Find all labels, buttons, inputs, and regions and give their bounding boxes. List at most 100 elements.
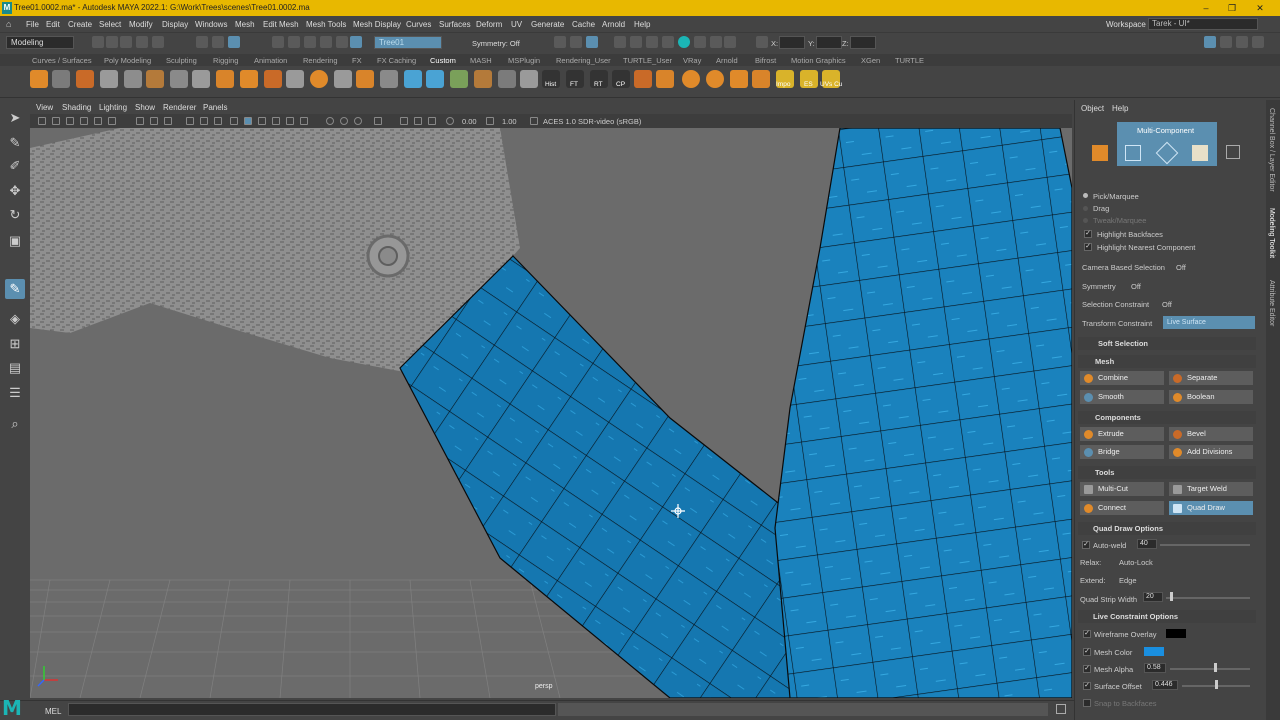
shelf-uv-unfold-icon[interactable] — [656, 70, 674, 88]
panel-menu-show[interactable]: Show — [135, 103, 155, 112]
channel-box-tab[interactable]: Channel Box / Layer Editor — [1268, 108, 1275, 192]
rotate-tool-icon[interactable]: ↻ — [5, 205, 25, 225]
shelf-tab-custom[interactable]: Custom — [430, 56, 456, 65]
undo-icon[interactable] — [136, 36, 148, 48]
wireframe-color-swatch[interactable] — [1166, 629, 1186, 638]
hypershade-icon[interactable] — [630, 36, 642, 48]
shelf-align-icon[interactable] — [52, 70, 70, 88]
menu-display[interactable]: Display — [162, 20, 188, 29]
bevel-button[interactable]: Bevel — [1168, 426, 1254, 442]
mesh-alpha-checkbox[interactable]: ✓ — [1083, 665, 1091, 673]
tool-settings-toggle-icon[interactable] — [1236, 36, 1248, 48]
shelf-center-pivot-icon[interactable] — [100, 70, 118, 88]
ipr-render-icon[interactable] — [586, 36, 598, 48]
maximize-icon[interactable]: ❐ — [1226, 2, 1238, 14]
shelf-tab-curves[interactable]: Curves / Surfaces — [32, 56, 92, 65]
move-tool-icon[interactable]: ✥ — [5, 181, 25, 201]
script-editor-icon[interactable] — [1056, 704, 1066, 714]
modeling-toolkit-toggle-icon[interactable] — [1204, 36, 1216, 48]
x-field[interactable] — [779, 36, 805, 49]
smooth-shade-icon[interactable] — [244, 117, 252, 125]
menu-deform[interactable]: Deform — [476, 20, 502, 29]
extrude-button[interactable]: Extrude — [1079, 426, 1165, 442]
shelf-cube-icon[interactable] — [240, 70, 258, 88]
menu-uv[interactable]: UV — [511, 20, 522, 29]
quad-strip-width-slider[interactable] — [1166, 597, 1250, 599]
ambient-occlusion-icon[interactable] — [326, 117, 334, 125]
shelf-multicut-icon[interactable] — [380, 70, 398, 88]
shelf-mirror-icon[interactable] — [76, 70, 94, 88]
field-chart-icon[interactable] — [200, 117, 208, 125]
arnold-ipr-icon[interactable] — [694, 36, 706, 48]
add-divisions-button[interactable]: Add Divisions — [1168, 444, 1254, 460]
bookmark-icon[interactable] — [66, 117, 74, 125]
shelf-render-sphere-icon[interactable] — [682, 70, 700, 88]
surface-offset-field[interactable]: 0.446 — [1152, 680, 1178, 690]
xray-joints-icon[interactable] — [428, 117, 436, 125]
attribute-editor-tab[interactable]: Attribute Editor — [1268, 280, 1275, 326]
menu-generate[interactable]: Generate — [531, 20, 564, 29]
shelf-tab-xgen[interactable]: XGen — [861, 56, 880, 65]
shelf-tab-mash[interactable]: MASH — [470, 56, 492, 65]
lasso-tool-icon[interactable]: ✎ — [5, 133, 25, 153]
mesh-alpha-handle[interactable] — [1214, 663, 1217, 672]
shelf-curve-icon[interactable] — [404, 70, 422, 88]
shelf-bridge-icon[interactable] — [334, 70, 352, 88]
shelf-poly-cube-icon[interactable] — [30, 70, 48, 88]
extend-value[interactable]: Edge — [1119, 576, 1137, 585]
command-lang-label[interactable]: MEL — [45, 707, 61, 716]
single-perspective-icon[interactable]: ◈ — [5, 309, 25, 329]
command-input[interactable] — [68, 703, 556, 716]
colorspace-select[interactable]: ACES 1.0 SDR-video (sRGB) — [543, 117, 641, 126]
surface-offset-handle[interactable] — [1215, 680, 1218, 689]
quad-strip-width-field[interactable]: 20 — [1143, 592, 1163, 602]
resolution-gate-icon[interactable] — [164, 117, 172, 125]
menu-modify[interactable]: Modify — [129, 20, 153, 29]
channel-box-toggle-icon[interactable] — [1252, 36, 1264, 48]
shelf-tab-motion-graphics[interactable]: Motion Graphics — [791, 56, 846, 65]
mesh-alpha-field[interactable]: 0.58 — [1144, 663, 1166, 673]
menu-cache[interactable]: Cache — [572, 20, 595, 29]
anti-alias-icon[interactable] — [354, 117, 362, 125]
shelf-grid-icon[interactable] — [192, 70, 210, 88]
pick-marquee-radio[interactable] — [1083, 193, 1088, 198]
grid-icon[interactable] — [136, 117, 144, 125]
arnold-stop-icon[interactable] — [710, 36, 722, 48]
shelf-tab-animation[interactable]: Animation — [254, 56, 287, 65]
exposure-value[interactable]: 0.00 — [462, 117, 477, 126]
panel-menu-shading[interactable]: Shading — [62, 103, 91, 112]
shelf-cube2-icon[interactable] — [752, 70, 770, 88]
wireframe-on-shaded-icon[interactable] — [258, 117, 266, 125]
shelf-box-icon[interactable] — [730, 70, 748, 88]
shelf-tab-poly[interactable]: Poly Modeling — [104, 56, 151, 65]
toolkit-menu-help[interactable]: Help — [1112, 104, 1128, 113]
four-view-icon[interactable]: ⊞ — [5, 334, 25, 354]
search-icon[interactable]: ⌕ — [5, 414, 25, 434]
open-scene-icon[interactable] — [106, 36, 118, 48]
shelf-tab-fx-caching[interactable]: FX Caching — [377, 56, 416, 65]
render-view-icon[interactable] — [646, 36, 658, 48]
make-live-icon[interactable] — [350, 36, 362, 48]
new-scene-icon[interactable] — [92, 36, 104, 48]
wireframe-overlay-checkbox[interactable]: ✓ — [1083, 630, 1091, 638]
relax-value[interactable]: Auto-Lock — [1119, 558, 1153, 567]
home-icon[interactable]: ⌂ — [6, 19, 16, 29]
connect-button[interactable]: Connect — [1079, 500, 1165, 516]
live-object-field[interactable]: Tree01 — [374, 36, 442, 49]
xray-icon[interactable] — [414, 117, 422, 125]
bridge-button[interactable]: Bridge — [1079, 444, 1165, 460]
snap-to-backfaces-checkbox[interactable] — [1083, 699, 1091, 707]
two-d-pan-icon[interactable] — [94, 117, 102, 125]
shelf-tab-vray[interactable]: VRay — [683, 56, 701, 65]
shelf-merge-icon[interactable] — [286, 70, 304, 88]
shelf-export-icon[interactable] — [634, 70, 652, 88]
shadows-icon[interactable] — [300, 117, 308, 125]
snap-surface-icon[interactable] — [336, 36, 348, 48]
menuset-select[interactable]: Modeling — [6, 36, 74, 49]
menu-help[interactable]: Help — [634, 20, 650, 29]
menu-create[interactable]: Create — [68, 20, 92, 29]
film-gate-icon[interactable] — [150, 117, 158, 125]
snap-curve-icon[interactable] — [288, 36, 300, 48]
z-field[interactable] — [850, 36, 876, 49]
shelf-sphere-icon[interactable] — [310, 70, 328, 88]
